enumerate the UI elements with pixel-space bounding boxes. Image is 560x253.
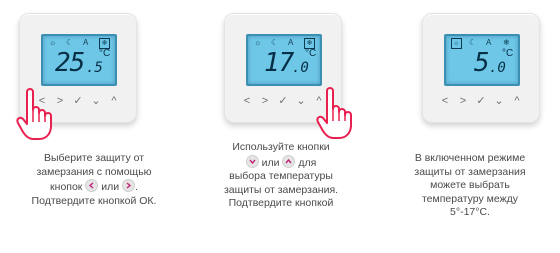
right-arrow-button[interactable]: > — [455, 94, 471, 108]
pointing-hand-icon — [316, 87, 352, 139]
temperature-value: 5 — [474, 48, 490, 78]
right-arrow-button[interactable]: > — [257, 94, 273, 108]
unit-label: °C — [502, 48, 514, 59]
caption-line: Подтвердите кнопкой — [228, 197, 334, 209]
caption-text: кнопок — [50, 181, 83, 193]
up-button-icon — [282, 154, 296, 168]
down-button[interactable]: ⌄ — [491, 94, 507, 108]
caption-line: Подтвердите кнопкой ОК. — [31, 194, 157, 207]
panel-step-1: ☼ ☾ A ❄ 25 .5 °C < > ✓ ⌄ ^ Выберите защи… — [0, 0, 187, 253]
caption-line: 5°-17°C. — [450, 206, 490, 218]
moon-icon: ☾ — [271, 38, 279, 47]
caption-line: Используйте кнопки — [232, 141, 330, 153]
snowflake-icon: ❄ — [503, 38, 510, 47]
temperature-decimal: .0 — [489, 60, 506, 76]
lcd-screen: ☼ ☾ A ❄ 17 .0 °C — [246, 34, 322, 86]
auto-icon: A — [486, 38, 492, 47]
caption-step-3: В включенном режиме защиты от замерзания… — [386, 152, 554, 220]
ok-button[interactable]: ✓ — [70, 94, 86, 108]
caption-text: или — [101, 181, 120, 193]
temperature-decimal: .5 — [86, 60, 103, 76]
down-button-icon — [245, 154, 259, 168]
caption-line-inline-buttons: кнопок или . — [4, 179, 184, 195]
pointing-hand-icon — [16, 88, 52, 140]
sun-icon: ☼ — [49, 38, 57, 47]
temperature-decimal: .0 — [292, 60, 309, 76]
unit-label: °C — [99, 48, 111, 59]
ok-button[interactable]: ✓ — [275, 94, 291, 108]
caption-step-1: Выберите защиту от замерзания с помощью … — [4, 152, 184, 208]
caption-line: замерзания с помощью — [36, 165, 152, 178]
caption-text: или — [261, 156, 280, 169]
up-button[interactable]: ^ — [509, 94, 525, 108]
right-button-icon — [122, 179, 136, 192]
caption-step-2: Используйте кнопки или для выбора темпер… — [191, 141, 371, 211]
temperature-value: 17 — [264, 48, 294, 78]
down-button[interactable]: ⌄ — [293, 94, 309, 108]
caption-text: . — [135, 181, 138, 193]
caption-line: выбора температуры — [229, 170, 333, 182]
caption-line: можете выбрать — [430, 179, 510, 191]
up-button[interactable]: ^ — [106, 94, 122, 108]
caption-line-inline-buttons: или для — [191, 154, 371, 171]
auto-icon: A — [83, 38, 89, 47]
temperature-value: 25 — [55, 48, 85, 78]
left-arrow-button[interactable]: < — [239, 94, 255, 108]
ok-button[interactable]: ✓ — [473, 94, 489, 108]
left-arrow-button[interactable]: < — [437, 94, 453, 108]
caption-line: защиты от замерзания. — [223, 183, 339, 196]
panel-step-2: ☼ ☾ A ❄ 17 .0 °C < > ✓ ⌄ ^ Используйте к… — [187, 0, 374, 253]
left-button-icon — [85, 179, 99, 192]
caption-line: Выберите защиту от — [43, 152, 145, 164]
caption-line: защиты от замерзания — [414, 165, 526, 178]
unit-label: °C — [305, 48, 317, 59]
sun-icon: ☼ — [254, 38, 262, 47]
lcd-screen: ☼ ☾ A ❄ 5 .0 °C — [444, 34, 520, 86]
caption-line: температуру между — [421, 192, 518, 205]
moon-icon: ☾ — [66, 38, 74, 47]
moon-icon: ☾ — [469, 38, 477, 47]
caption-line: В включенном режиме — [414, 152, 526, 164]
panel-step-3: ☼ ☾ A ❄ 5 .0 °C < > ✓ ⌄ ^ В включенном р… — [374, 0, 560, 253]
caption-text: для — [298, 156, 317, 169]
auto-icon: A — [288, 38, 294, 47]
down-button[interactable]: ⌄ — [88, 94, 104, 108]
lcd-screen: ☼ ☾ A ❄ 25 .5 °C — [41, 34, 117, 86]
mode-box-icon: ☼ — [451, 38, 462, 49]
button-row: < > ✓ ⌄ ^ — [437, 94, 527, 108]
thermostat-device: ☼ ☾ A ❄ 5 .0 °C < > ✓ ⌄ ^ — [422, 13, 540, 123]
